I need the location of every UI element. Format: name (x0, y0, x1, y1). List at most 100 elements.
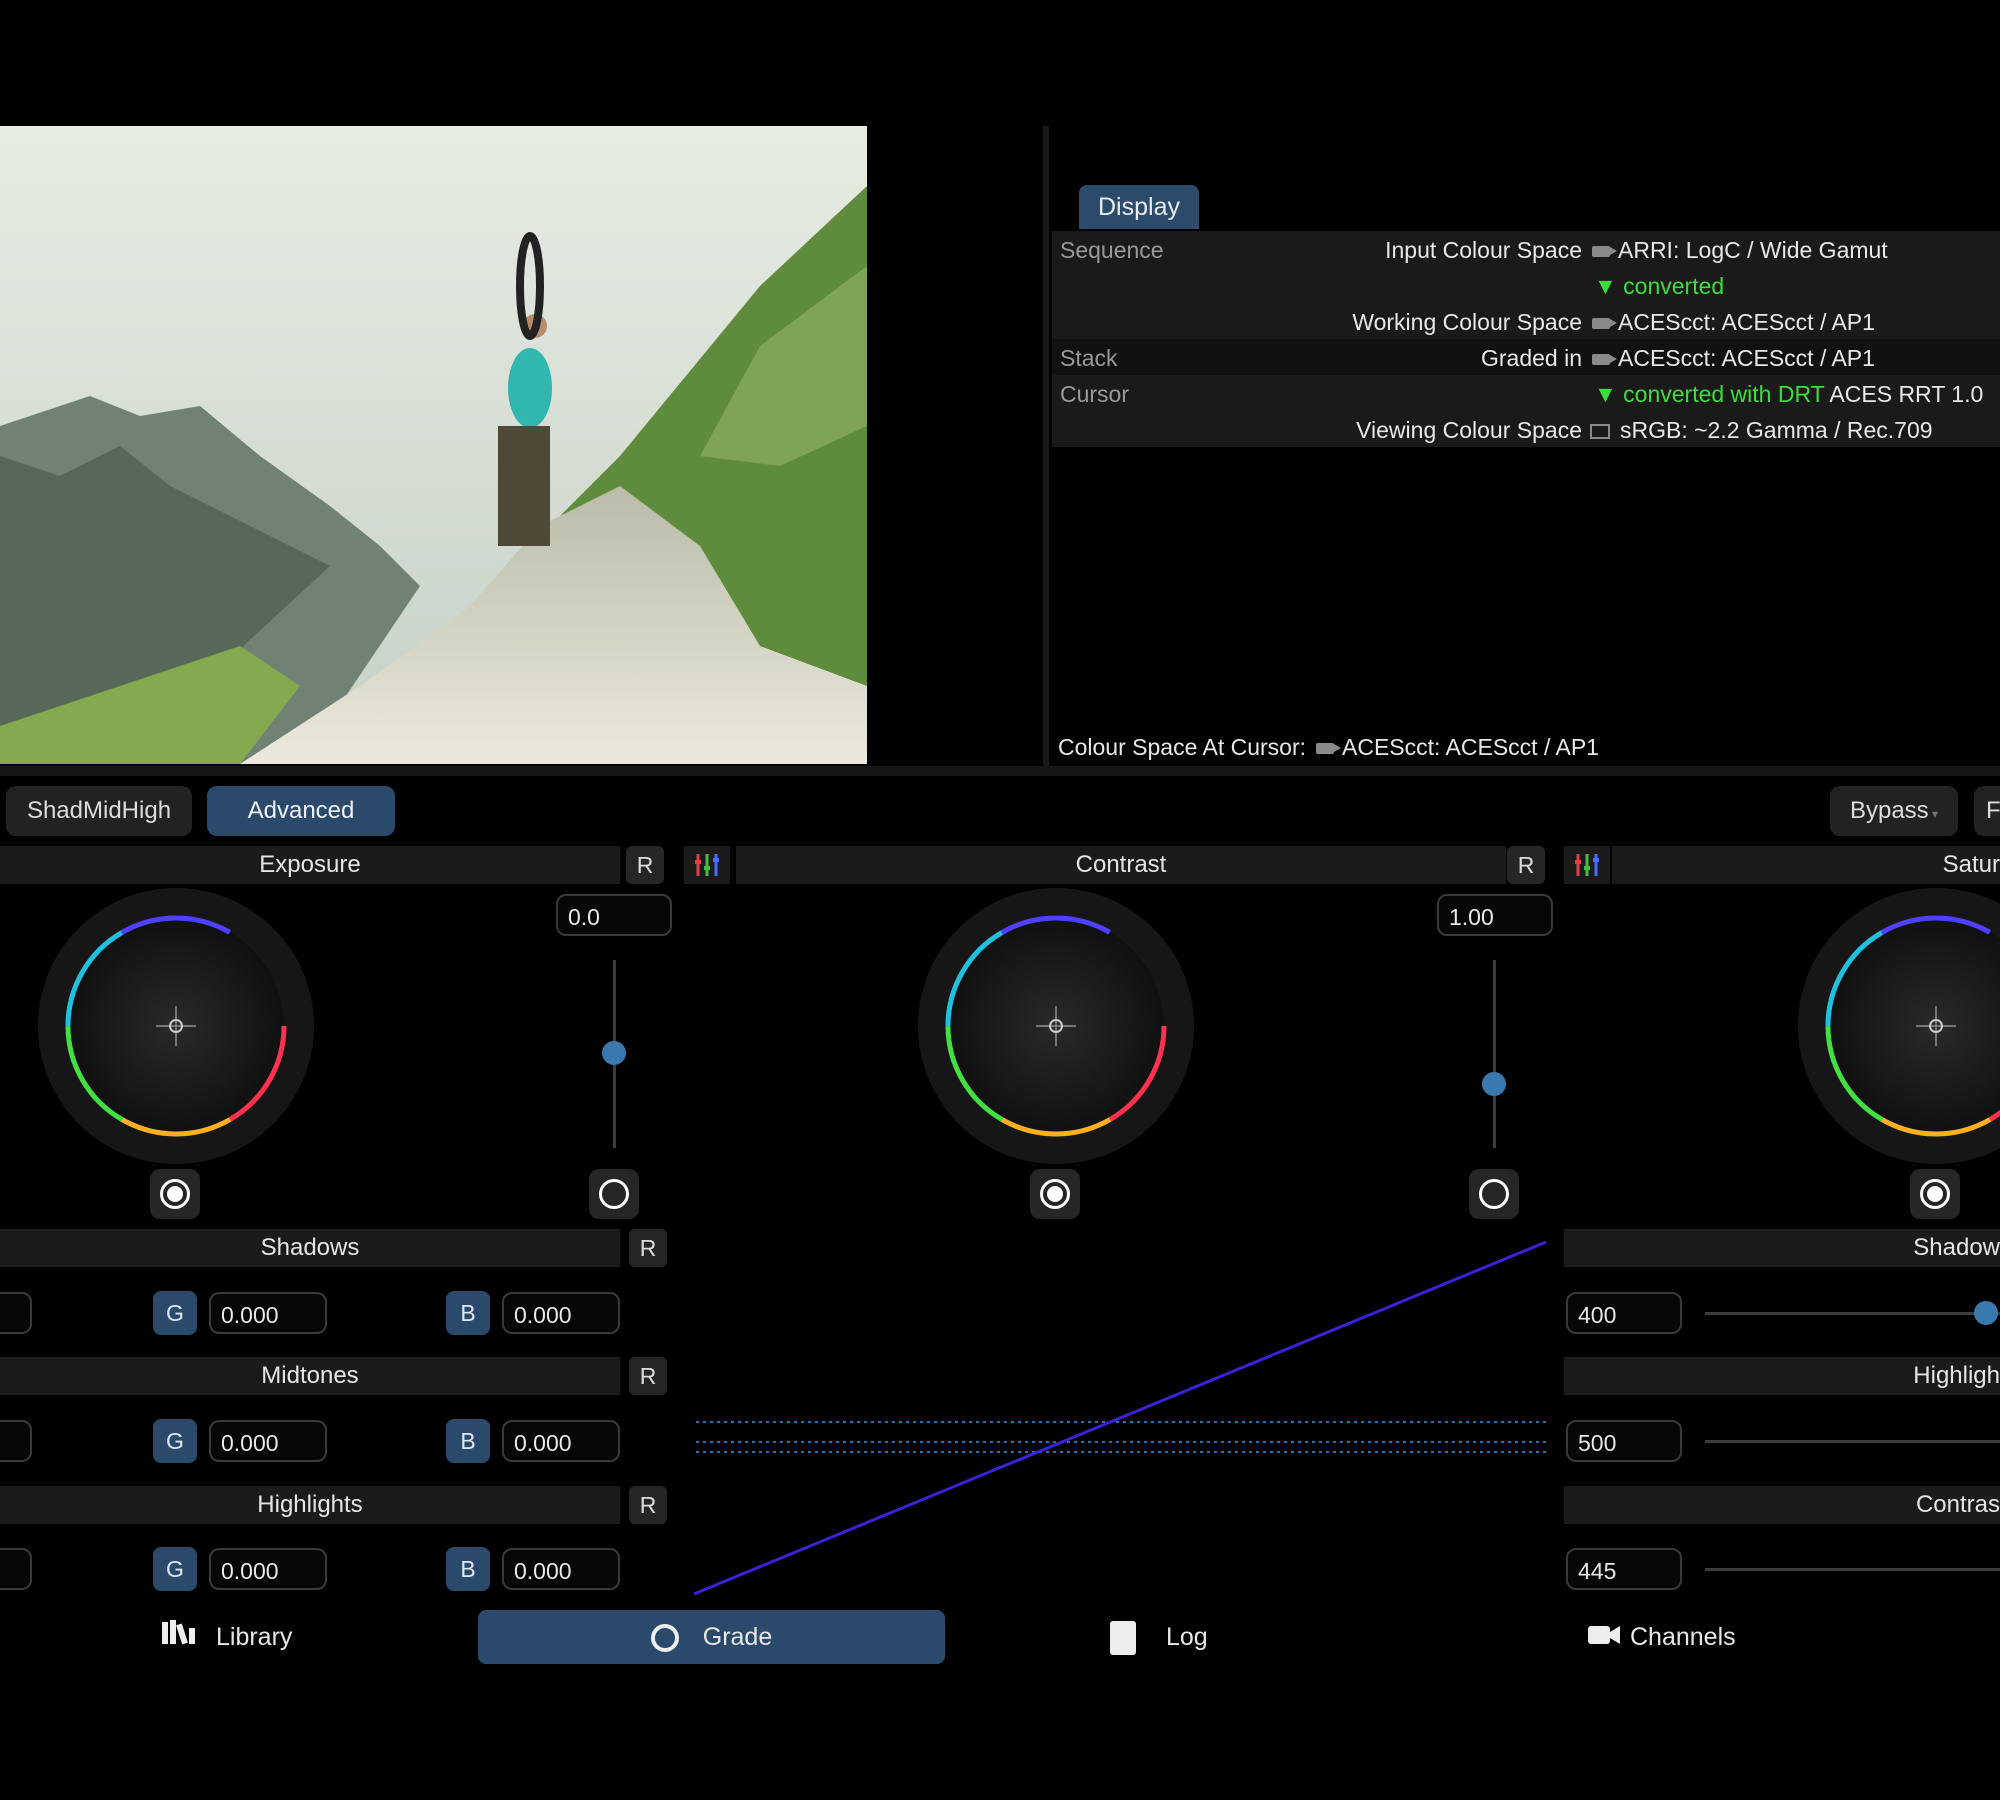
image-viewer[interactable] (0, 126, 867, 764)
exposure-wheel-mode-button[interactable] (150, 1169, 200, 1219)
contrast-curve-line (693, 1240, 1547, 1596)
shadow-pivot-input[interactable]: 400 (1566, 1292, 1682, 1334)
shadows-g-button[interactable]: G (153, 1291, 197, 1335)
tab-shadmidhigh[interactable]: ShadMidHigh (6, 786, 192, 836)
monitor-icon (1590, 424, 1610, 440)
tab-advanced[interactable]: Advanced (207, 786, 395, 836)
converted-arrow-icon: ▼ (1594, 273, 1624, 299)
highlights-b-button[interactable]: B (446, 1547, 490, 1591)
tab-display[interactable]: Display (1079, 185, 1199, 229)
camera-icon (1592, 318, 1617, 330)
midtones-r-input[interactable] (0, 1420, 32, 1462)
shadows-b-button[interactable]: B (446, 1291, 490, 1335)
highlights-b-input[interactable]: 0.000 (502, 1548, 620, 1590)
dropdown-icon: ▾ (1928, 807, 1939, 821)
shadows-b-input[interactable]: 0.000 (502, 1292, 620, 1334)
rgb-faders-icon[interactable] (1564, 846, 1610, 884)
rgb-faders-icon[interactable] (684, 846, 730, 884)
saturation-wheel-mode-button[interactable] (1910, 1169, 1960, 1219)
input-colour-space-label: Input Colour Space (1385, 237, 1582, 263)
drt-value: ACES RRT 1.0 (1829, 381, 1984, 407)
highlights-reset-button[interactable]: R (629, 1486, 667, 1524)
viewer-image (0, 126, 867, 764)
partial-button[interactable]: F (1974, 786, 2000, 836)
contrast-header: Contrast (736, 846, 1506, 884)
nav-log-label: Log (1166, 1623, 1208, 1651)
saturation-header: Satur (1612, 846, 2000, 884)
section-cursor: Cursor (1060, 381, 1130, 407)
exposure-reset-button[interactable]: R (626, 846, 664, 884)
shadows-header: Shadows (0, 1229, 620, 1267)
converted-text: converted (1623, 273, 1725, 299)
circle-icon (599, 1179, 629, 1209)
notebook-icon (1110, 1621, 1136, 1656)
highlight-pivot-input[interactable]: 500 (1566, 1420, 1682, 1462)
input-colour-space-value: ARRI: LogC / Wide Gamut (1618, 237, 1888, 263)
contrast-slider-mode-button[interactable] (1469, 1169, 1519, 1219)
midtones-b-input[interactable]: 0.000 (502, 1420, 620, 1462)
exposure-header: Exposure (0, 846, 620, 884)
viewing-colour-space-label: Viewing Colour Space (1356, 417, 1582, 443)
highlights-r-input[interactable] (0, 1548, 32, 1590)
contrast-pivot-slider-track[interactable] (1705, 1568, 2000, 1571)
filled-circle-icon (1040, 1179, 1070, 1209)
contrast-curve-graph[interactable] (690, 1230, 1550, 1600)
shadow-pivot-header: Shadow (1564, 1229, 2000, 1267)
working-colour-space-label: Working Colour Space (1352, 309, 1582, 335)
midtones-g-input[interactable]: 0.000 (209, 1420, 327, 1462)
shadows-reset-button[interactable]: R (629, 1229, 667, 1267)
highlights-g-input[interactable]: 0.000 (209, 1548, 327, 1590)
camera-icon (1592, 354, 1617, 366)
shadows-r-input[interactable] (0, 1292, 32, 1334)
midtones-g-button[interactable]: G (153, 1419, 197, 1463)
section-sequence: Sequence (1060, 237, 1164, 263)
highlights-header: Highlights (0, 1486, 620, 1524)
working-colour-space-value: ACEScct: ACEScct / AP1 (1618, 309, 1875, 335)
converted-arrow-icon: ▼ (1594, 381, 1624, 407)
midtones-header: Midtones (0, 1357, 620, 1395)
highlights-g-button[interactable]: G (153, 1547, 197, 1591)
nav-library[interactable]: Library (160, 1610, 360, 1664)
camera-icon (1592, 246, 1617, 258)
horizontal-separator[interactable] (0, 766, 2000, 776)
shadow-pivot-slider-handle[interactable] (1974, 1301, 1998, 1325)
shadow-pivot-slider-track[interactable] (1705, 1312, 2000, 1315)
contrast-reset-button[interactable]: R (1507, 846, 1545, 884)
contrast-color-wheel[interactable] (916, 886, 1196, 1166)
panel-divider[interactable] (1043, 126, 1049, 766)
viewing-colour-space-value: sRGB: ~2.2 Gamma / Rec.709 (1620, 417, 1933, 443)
converted-with-drt: converted with DRT (1623, 381, 1825, 407)
shadows-g-input[interactable]: 0.000 (209, 1292, 327, 1334)
filled-circle-icon (160, 1179, 190, 1209)
contrast-pivot-input[interactable]: 445 (1566, 1548, 1682, 1590)
library-icon (160, 1611, 198, 1665)
midtones-reset-button[interactable]: R (629, 1357, 667, 1395)
bypass-button[interactable]: Bypass ▾ (1830, 786, 1958, 836)
midtones-b-button[interactable]: B (446, 1419, 490, 1463)
filled-circle-icon (1920, 1179, 1950, 1209)
video-camera-icon (1588, 1611, 1620, 1665)
nav-channels-label: Channels (1630, 1623, 1736, 1651)
grade-ring-icon (650, 1624, 679, 1653)
camera-icon (1316, 743, 1342, 755)
nav-grade[interactable]: Grade (478, 1610, 945, 1664)
colour-space-at-cursor-label: Colour Space At Cursor: (1058, 734, 1307, 760)
nav-grade-label: Grade (702, 1623, 773, 1651)
nav-channels[interactable]: Channels (1588, 1610, 1848, 1664)
contrast-wheel-mode-button[interactable] (1030, 1169, 1080, 1219)
contrast-slider-track[interactable] (1493, 960, 1496, 1148)
highlight-pivot-slider-track[interactable] (1705, 1440, 2000, 1443)
exposure-slider-mode-button[interactable] (589, 1169, 639, 1219)
nav-log[interactable]: Log (1110, 1610, 1310, 1664)
contrast-value-input[interactable]: 1.00 (1437, 894, 1553, 936)
exposure-slider-handle[interactable] (602, 1041, 626, 1065)
contrast-pivot-header: Contras (1564, 1486, 2000, 1524)
nav-library-label: Library (216, 1623, 293, 1651)
saturation-color-wheel[interactable] (1796, 886, 2000, 1166)
circle-icon (1479, 1179, 1509, 1209)
graded-in-label: Graded in (1480, 345, 1582, 371)
contrast-slider-handle[interactable] (1482, 1072, 1506, 1096)
exposure-color-wheel[interactable] (36, 886, 316, 1166)
section-stack: Stack (1060, 345, 1118, 371)
exposure-value-input[interactable]: 0.0 (556, 894, 672, 936)
